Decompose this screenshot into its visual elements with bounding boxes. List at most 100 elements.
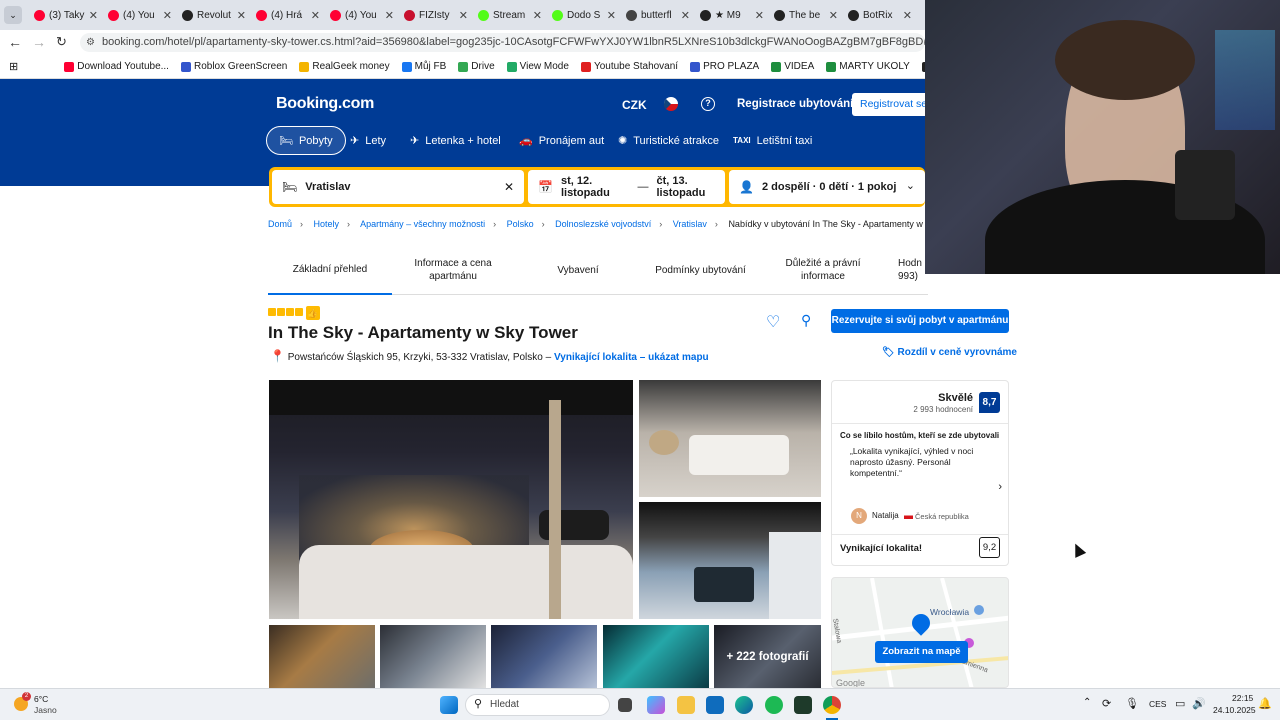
show-on-map-button[interactable]: Zobrazit na mapě [875,641,968,663]
back-icon[interactable]: ← [8,34,22,50]
bookmark-item[interactable]: View Mode [506,61,569,72]
tab-close-icon[interactable]: ✕ [607,9,616,22]
bookmark-item[interactable]: VIDEA [771,61,814,72]
breadcrumb-home[interactable]: Domů [268,219,292,229]
nav-airport-taxi[interactable]: TAXI Letištní taxi [721,126,824,155]
language-flag-icon[interactable] [664,97,678,111]
site-info-icon[interactable]: ⚙ [86,33,95,52]
apps-icon[interactable]: ⊞ [9,60,18,73]
url-field[interactable]: ⚙ booking.com/hotel/pl/apartamenty-sky-t… [80,33,925,52]
photo-jacuzzi[interactable] [639,502,821,619]
thumb-photo-1[interactable] [269,625,375,688]
price-match-link[interactable]: 🏷 Rozdíl v ceně vyrovnáme [882,347,1017,358]
reload-icon[interactable]: ↻ [56,34,67,50]
favorite-heart-icon[interactable]: ♡ [766,312,780,332]
browser-tab[interactable]: The be ✕ [770,2,842,28]
browser-tab[interactable]: Stream ✕ [474,2,546,28]
bookmark-item[interactable]: Download Youtube... [64,61,169,72]
help-icon[interactable]: ? [701,97,715,111]
taskbar-search[interactable]: ⚲ Hledat [465,694,610,716]
bookmark-item[interactable]: RealGeek money [299,61,390,72]
tab-search-button[interactable]: ⌄ [4,6,22,24]
breadcrumb-city[interactable]: Vratislav [673,219,707,229]
nav-attractions[interactable]: ✺ Turistické atrakce [606,126,731,155]
register-button[interactable]: Registrovat se [852,93,925,116]
thumb-photo-2[interactable] [380,625,486,688]
browser-tab[interactable]: butterfl ✕ [622,2,694,28]
bookmark-item[interactable]: PRO PLAZA [690,61,759,72]
tab-amenities[interactable]: Vybavení [538,264,618,277]
clock-date[interactable]: 24.10.2025 [1213,705,1256,715]
input-language[interactable]: CES [1149,699,1166,709]
nav-flight-hotel[interactable]: ✈ Letenka + hotel [398,126,513,155]
spotify-icon[interactable] [765,696,783,714]
browser-tab[interactable]: BotRix ✕ [844,2,916,28]
notification-bell-icon[interactable]: 🔔 [1258,697,1272,710]
copilot-icon[interactable] [647,696,665,714]
dates-field[interactable]: 📅 st, 12. listopadu — čt, 13. listopadu [528,170,725,204]
share-icon[interactable]: ⚲ [801,312,811,329]
clock-time[interactable]: 22:15 [1232,693,1253,703]
tab-close-icon[interactable]: ✕ [89,9,98,22]
tab-close-icon[interactable]: ✕ [385,9,394,22]
tab-legal[interactable]: Důležité a právní informace [773,257,873,283]
terminal-icon[interactable] [794,696,812,714]
edge-icon[interactable] [735,696,753,714]
breadcrumb-apartments[interactable]: Apartmány – všechny možnosti [360,219,485,229]
breadcrumb-region[interactable]: Dolnoslezské vojvodství [555,219,651,229]
currency-selector[interactable]: CZK [622,98,647,112]
thumb-photo-more[interactable]: + 222 fotografií [714,625,821,688]
breadcrumb-hotels[interactable]: Hotely [314,219,340,229]
tray-mic-icon[interactable]: 🎙 [1125,697,1139,710]
file-explorer-icon[interactable] [677,696,695,714]
chrome-taskbar-icon[interactable] [823,696,841,714]
clear-destination-icon[interactable]: ✕ [504,180,514,194]
thumb-photo-4[interactable] [603,625,709,688]
tab-close-icon[interactable]: ✕ [459,9,468,22]
browser-tab[interactable]: (3) Taky ✕ [30,2,102,28]
bookmark-item[interactable]: Youtube Stahovaní [580,61,678,72]
tab-close-icon[interactable]: ✕ [237,9,246,22]
outlook-icon[interactable] [706,696,724,714]
browser-tab[interactable]: (4) You ✕ [326,2,398,28]
tray-display-icon[interactable]: ▭ [1175,697,1185,710]
start-icon[interactable] [440,696,458,714]
destination-field[interactable]: 🛏 Vratislav ✕ [272,170,524,204]
tab-overview[interactable]: Základní přehled [268,255,392,295]
show-map-link[interactable]: Vynikající lokalita – ukázat mapu [554,352,709,363]
bookmark-item[interactable]: Drive [458,61,495,72]
reserve-button[interactable]: Rezervujte si svůj pobyt v apartmánu [831,309,1009,333]
tab-close-icon[interactable]: ✕ [829,9,838,22]
browser-tab[interactable]: ★ M9 ✕ [696,2,768,28]
nav-flights[interactable]: ✈ Lety [338,126,398,155]
tab-close-icon[interactable]: ✕ [311,9,320,22]
tray-sync-icon[interactable]: ⟳ [1102,697,1111,710]
review-score-badge[interactable]: 8,7 [979,392,1000,413]
nav-car-rental[interactable]: 🚗 Pronájem aut [507,126,616,155]
bookmark-item[interactable]: Můj FB [401,61,446,72]
photo-bedroom[interactable] [639,380,821,497]
tab-close-icon[interactable]: ✕ [163,9,172,22]
tab-info-price[interactable]: Informace a cena apartmánu [398,257,508,283]
bookmark-item[interactable]: MARTY UKOLY [826,61,910,72]
browser-tab[interactable]: Revolut ✕ [178,2,250,28]
browser-tab[interactable]: Dodo S ✕ [548,2,620,28]
browser-tab[interactable]: (4) You ✕ [104,2,176,28]
tab-close-icon[interactable]: ✕ [681,9,690,22]
browser-tab[interactable]: FIZIsty ✕ [400,2,472,28]
tab-close-icon[interactable]: ✕ [755,9,764,22]
next-review-icon[interactable]: › [998,481,1002,493]
browser-tab[interactable]: (4) Hrá ✕ [252,2,324,28]
breadcrumb-country[interactable]: Polsko [507,219,534,229]
list-property-link[interactable]: Registrace ubytování [737,98,853,110]
map-preview[interactable]: Wrocławia Stalowa Kamienna Zobrazit na m… [831,577,1009,688]
tray-volume-icon[interactable]: 🔊 [1192,697,1206,710]
forward-icon[interactable]: → [32,34,46,50]
guests-field[interactable]: 👤 2 dospělí · 0 dětí · 1 pokoj ⌄ [729,170,925,204]
tab-house-rules[interactable]: Podmínky ubytování [643,264,758,277]
tray-chevron-icon[interactable]: ⌃ [1083,697,1091,708]
main-photo[interactable] [269,380,633,619]
booking-logo[interactable]: Booking.com [276,95,374,113]
thumb-photo-3[interactable] [491,625,597,688]
weather-widget[interactable]: 2 6°C Jasno [12,692,82,718]
